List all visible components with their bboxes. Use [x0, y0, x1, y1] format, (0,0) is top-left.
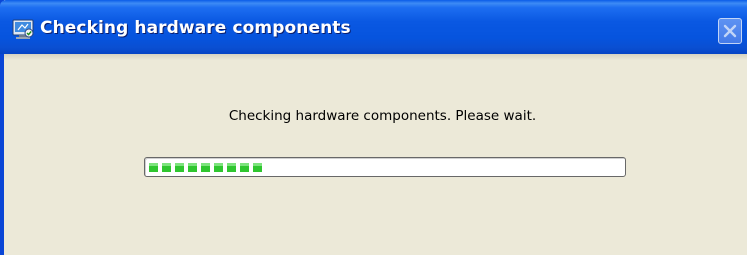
close-button[interactable] [718, 18, 742, 44]
progress-segment-highlight [162, 163, 171, 166]
title-bar[interactable]: Checking hardware components [0, 0, 747, 54]
progress-segment-highlight [214, 163, 223, 166]
progress-segment-highlight [227, 163, 236, 166]
window-title: Checking hardware components [40, 18, 351, 38]
status-message: Checking hardware components. Please wai… [228, 108, 537, 124]
progress-segment-highlight [253, 163, 262, 166]
close-icon [723, 24, 737, 38]
progress-segment-highlight [175, 163, 184, 166]
title-bar-divider [4, 54, 747, 60]
progress-segment-highlight [188, 163, 197, 166]
progress-bar [144, 157, 626, 177]
hardware-check-icon [12, 19, 34, 39]
progress-segment-highlight [201, 163, 210, 166]
progress-segment-highlight [149, 163, 158, 166]
progress-fill [149, 163, 262, 172]
dialog-window: Checking hardware components Checking ha… [0, 0, 747, 255]
progress-segment-highlight [240, 163, 249, 166]
